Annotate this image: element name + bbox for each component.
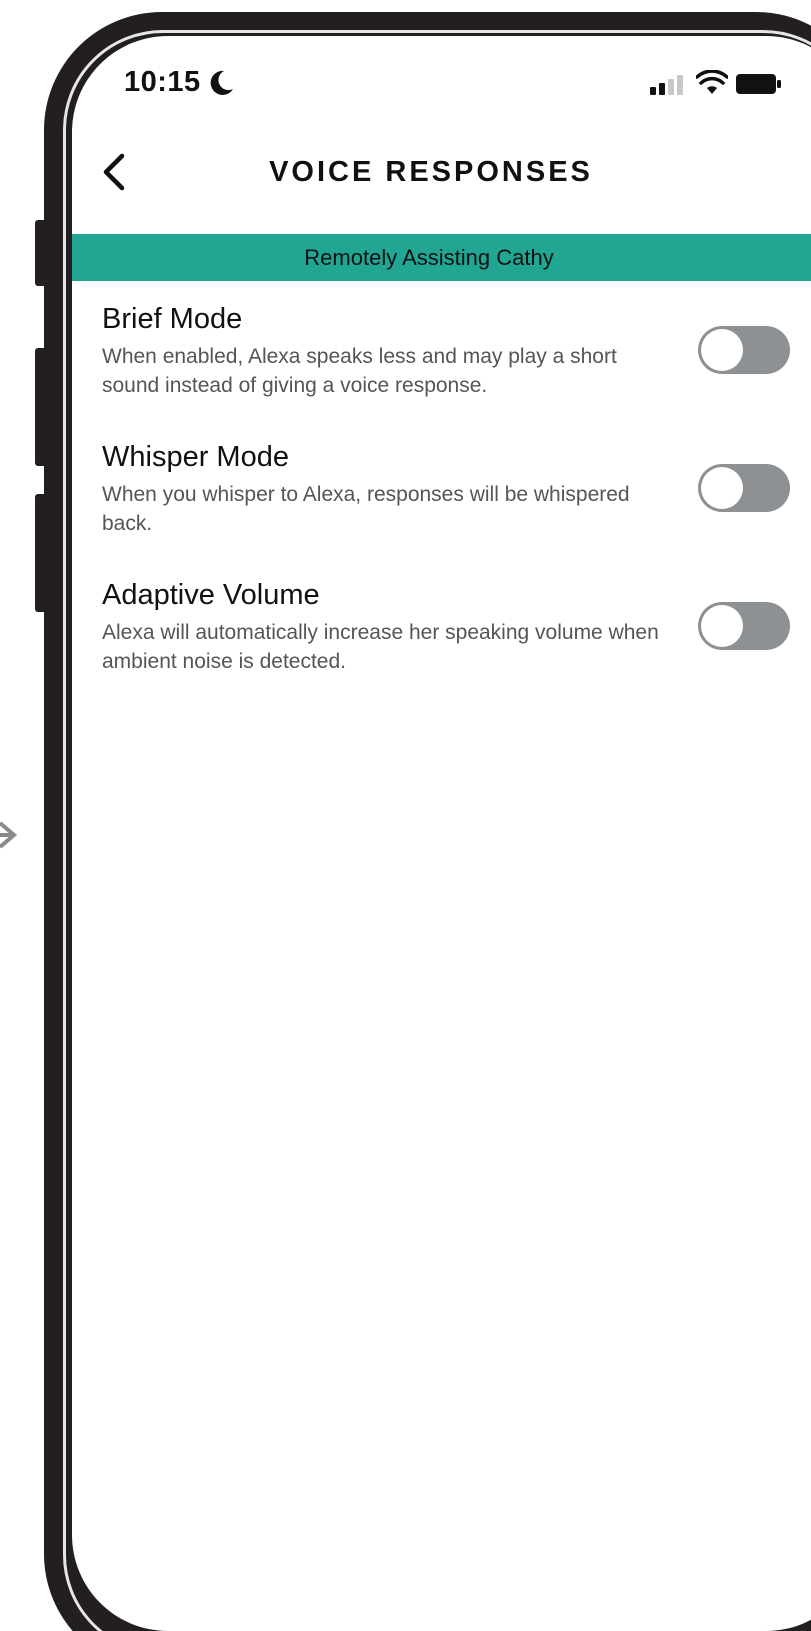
setting-description: Alexa will automatically increase her sp… [102,621,659,673]
setting-description: When enabled, Alexa speaks less and may … [102,345,617,397]
toggle-knob [701,329,743,371]
toggle-knob [701,467,743,509]
device-mockup: 10:15 VOICE RESPONSES Remotely Assisting… [0,0,811,1631]
arrow-right-icon [0,821,18,849]
setting-whisper-mode: Whisper Mode When you whisper to Alexa, … [102,440,802,538]
setting-title: Brief Mode [102,303,243,335]
adaptive-volume-toggle[interactable] [698,602,790,650]
setting-title: Adaptive Volume [102,579,320,611]
toggle-knob [701,605,743,647]
cellular-signal-icon [650,75,683,95]
setting-title: Whisper Mode [102,441,289,473]
setting-description: When you whisper to Alexa, responses wil… [102,483,630,535]
wifi-icon [696,70,728,94]
status-time: 10:15 [124,66,201,98]
setting-adaptive-volume: Adaptive Volume Alexa will automatically… [102,578,802,676]
remote-assist-banner: Remotely Assisting Cathy [72,234,811,281]
phone-screen: 10:15 VOICE RESPONSES Remotely Assisting… [72,36,811,1631]
brief-mode-toggle[interactable] [698,326,790,374]
page-title: VOICE RESPONSES [269,156,593,188]
battery-icon [736,74,781,94]
whisper-mode-toggle[interactable] [698,464,790,512]
moon-icon [210,70,233,95]
setting-brief-mode: Brief Mode When enabled, Alexa speaks le… [102,302,802,400]
